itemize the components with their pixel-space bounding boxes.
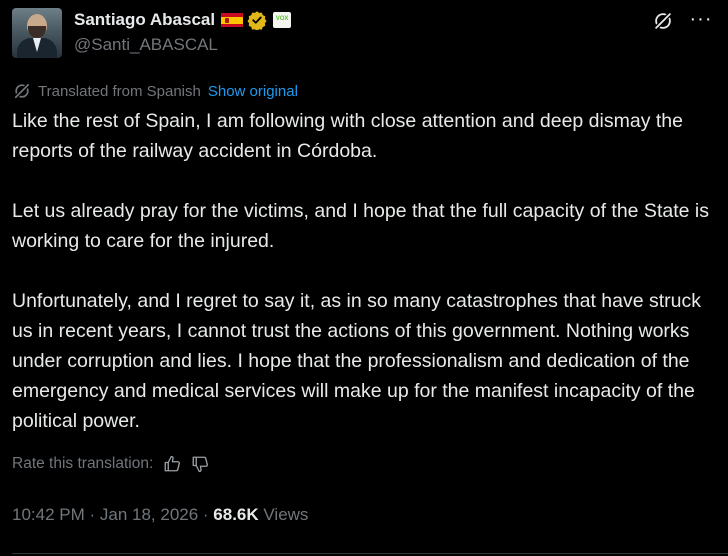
vox-party-icon[interactable]: VOX <box>273 12 292 28</box>
meta-separator: · <box>198 505 214 524</box>
show-original-link[interactable]: Show original <box>208 83 298 100</box>
post-meta: 10:42 PM · Jan 18, 2026 · 68.6K Views <box>12 505 308 525</box>
grok-icon[interactable] <box>652 10 674 32</box>
author-handle[interactable]: @Santi_ABASCAL <box>74 35 218 55</box>
translation-notice: Translated from Spanish Show original <box>12 81 298 101</box>
verified-badge-icon[interactable] <box>247 10 267 30</box>
post-paragraph: Unfortunately, and I regret to say it, a… <box>12 290 701 432</box>
rate-translation-label: Rate this translation: <box>12 455 154 472</box>
rate-translation: Rate this translation: <box>12 455 209 473</box>
translated-label: Translated from Spanish <box>38 82 201 100</box>
divider <box>12 553 728 554</box>
post-paragraph: Like the rest of Spain, I am following w… <box>12 110 683 162</box>
author-name[interactable]: Santiago Abascal <box>74 10 215 30</box>
grok-translate-icon <box>13 82 31 100</box>
avatar[interactable] <box>12 8 62 58</box>
post-text: Like the rest of Spain, I am following w… <box>12 106 724 436</box>
spain-flag-icon <box>221 13 244 27</box>
author-name-row: Santiago Abascal VOX <box>74 10 292 30</box>
post-time[interactable]: 10:42 PM <box>12 505 85 524</box>
meta-separator: · <box>84 505 100 524</box>
views-count[interactable]: 68.6K <box>213 505 258 524</box>
more-options-icon[interactable]: ··· <box>688 9 714 32</box>
thumbs-up-icon[interactable] <box>163 455 181 473</box>
views-label: Views <box>258 505 309 524</box>
post-header: Santiago Abascal VOX @Santi_ABASCAL ··· <box>12 8 716 60</box>
thumbs-down-icon[interactable] <box>191 455 209 473</box>
post-date[interactable]: Jan 18, 2026 <box>100 505 198 524</box>
post-paragraph: Let us already pray for the victims, and… <box>12 200 709 252</box>
